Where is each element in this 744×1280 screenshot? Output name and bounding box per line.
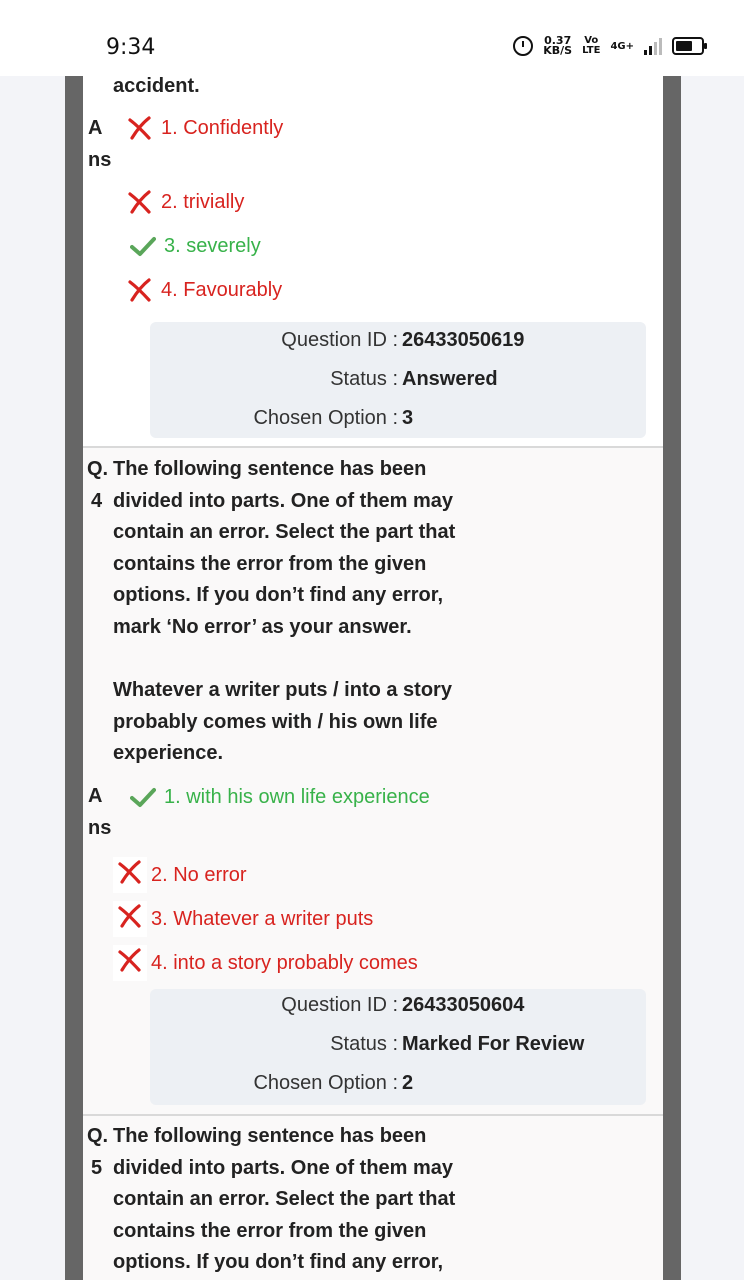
option-label: 2. trivially: [161, 190, 245, 213]
network-type: 4G+: [610, 40, 634, 52]
clock-time: 9:34: [106, 35, 156, 60]
option-label: 3. Whatever a writer puts: [151, 907, 374, 930]
question-id-value: 26433050619: [402, 329, 525, 351]
option-label: 1. Confidently: [161, 116, 284, 139]
answer-label: A ns: [88, 780, 111, 844]
option-3: 3. severely: [130, 233, 261, 259]
option-label: 3. severely: [164, 234, 261, 257]
chosen-option-label: Chosen Option :: [253, 407, 398, 429]
status-bar: 9:34 0.37 KB/S Vo LTE 4G+: [0, 0, 744, 76]
volte-bottom: LTE: [582, 45, 601, 56]
check-icon: [130, 788, 156, 807]
question-line: The following sentence has been: [113, 458, 427, 480]
question-line-blank: [113, 644, 493, 676]
question-line: The following sentence has been: [113, 1125, 427, 1147]
question-id-value: 26433050604: [402, 994, 525, 1016]
question-line: contain an error. Select the part that: [113, 1188, 456, 1211]
status-label: Status :: [330, 1033, 398, 1055]
question-text-tail: accident.: [113, 75, 200, 97]
option-2: 2. No error: [113, 857, 247, 893]
status-row: Status : Marked For Review: [150, 1033, 646, 1063]
alarm-icon: [513, 36, 534, 56]
signal-icon: [644, 37, 662, 55]
option-1: 1. Confidently: [127, 115, 283, 141]
cross-icon: [128, 278, 151, 302]
volte-indicator: Vo LTE: [582, 36, 600, 56]
check-icon: [130, 237, 156, 256]
question-info-box: Question ID : 26433050619 Status : Answe…: [150, 322, 646, 438]
network-speed: 0.37 KB/S: [543, 35, 573, 57]
question-line: divided into parts. One of them may: [113, 489, 454, 512]
question-line: options. If you don’t find any error,: [113, 584, 443, 607]
question-line: options. If you don’t find any error,: [113, 1251, 443, 1274]
question-line: contains the error from the given: [113, 552, 427, 575]
chosen-option-label: Chosen Option :: [253, 1072, 398, 1094]
cross-box: [113, 901, 147, 937]
question-line: contains the error from the given: [113, 1219, 427, 1242]
question-line: divided into parts. One of them may: [113, 1156, 454, 1179]
question-line: contain an error. Select the part that: [113, 521, 456, 544]
cross-icon: [118, 860, 141, 884]
option-label: 4. Favourably: [161, 278, 283, 301]
question-block-5: Q. 5 The following sentence has been div…: [83, 1116, 663, 1280]
status-label: Status :: [330, 368, 398, 390]
question-text: The following sentence has been divided …: [113, 1121, 493, 1279]
battery-icon: [672, 37, 707, 55]
question-id-label: Question ID :: [281, 994, 398, 1016]
question-line: Whatever a writer puts / into a story: [113, 679, 452, 702]
option-3: 3. Whatever a writer puts: [113, 901, 373, 937]
option-2: 2. trivially: [127, 189, 244, 215]
question-line: experience.: [113, 742, 224, 765]
option-label: 2. No error: [151, 863, 247, 886]
cross-box: [113, 945, 147, 981]
question-label: Q.: [87, 1125, 109, 1147]
chosen-option-row: Chosen Option : 2: [150, 1072, 646, 1102]
speed-unit: KB/S: [543, 44, 573, 57]
status-value: Marked For Review: [402, 1033, 585, 1055]
answer-label-bottom: ns: [88, 817, 112, 839]
question-label: Q.: [87, 458, 109, 480]
question-number: 5: [91, 1157, 103, 1179]
chosen-option-value: 2: [402, 1072, 414, 1094]
question-block-4: Q. 4 The following sentence has been div…: [83, 448, 663, 1114]
chosen-option-value: 3: [402, 407, 414, 429]
option-4: 4. into a story probably comes: [113, 945, 418, 981]
question-id-label: Question ID :: [281, 329, 398, 351]
status-value: Answered: [402, 368, 498, 390]
option-4: 4. Favourably: [127, 277, 282, 303]
option-label: 4. into a story probably comes: [151, 951, 418, 974]
question-info-box: Question ID : 26433050604 Status : Marke…: [150, 989, 646, 1105]
question-number: 4: [91, 490, 103, 512]
cross-icon: [118, 948, 141, 972]
question-id-row: Question ID : 26433050604: [150, 994, 646, 1024]
answer-label: A ns: [88, 112, 111, 176]
answer-label-top: A: [88, 117, 103, 139]
cross-box: [113, 857, 147, 893]
question-line: probably comes with / his own life: [113, 710, 438, 733]
question-line: mark ‘No error’ as your answer.: [113, 615, 412, 638]
content-frame: accident. A ns 1. Confidently 2. trivial…: [65, 75, 681, 1280]
status-icons: 0.37 KB/S Vo LTE 4G+: [513, 35, 707, 57]
cross-icon: [118, 904, 141, 928]
option-label: 1. with his own life experience: [164, 785, 430, 808]
answer-label-top: A: [88, 785, 103, 807]
option-1: 1. with his own life experience: [130, 784, 430, 810]
question-id-row: Question ID : 26433050619: [150, 329, 646, 359]
question-text: The following sentence has been divided …: [113, 454, 493, 770]
chosen-option-row: Chosen Option : 3: [150, 407, 646, 437]
cross-icon: [128, 116, 151, 140]
status-row: Status : Answered: [150, 368, 646, 398]
question-panel[interactable]: accident. A ns 1. Confidently 2. trivial…: [83, 75, 663, 1280]
answer-label-bottom: ns: [88, 149, 112, 171]
cross-icon: [128, 190, 151, 214]
